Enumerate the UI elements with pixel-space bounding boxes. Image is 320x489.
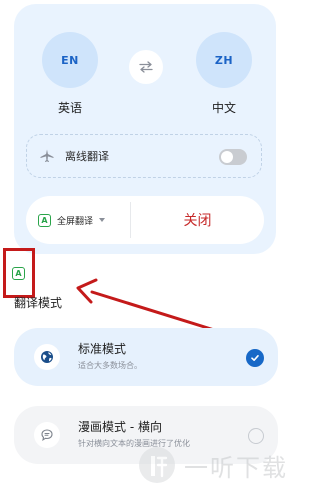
translation-panel: EN 英语 ZH 中文 离线翻译 A 全屏翻译 关闭: [14, 4, 276, 254]
fullscreen-translation-dropdown[interactable]: A 全屏翻译: [26, 196, 130, 244]
unselected-radio[interactable]: [248, 428, 264, 444]
target-language-code: ZH: [214, 53, 234, 67]
action-row: A 全屏翻译 关闭: [26, 196, 264, 244]
swap-icon: [139, 61, 153, 73]
fullscreen-translation-icon: A: [38, 213, 51, 227]
mode-title: 漫画模式 - 横向: [78, 420, 162, 434]
globe-icon: [34, 344, 60, 370]
close-button-label: 关闭: [183, 213, 212, 229]
selected-check-icon[interactable]: [246, 349, 264, 367]
fullscreen-translation-label: 全屏翻译: [57, 216, 94, 227]
source-language-button[interactable]: EN: [42, 32, 98, 88]
watermark: 一听下载: [138, 446, 288, 484]
chat-bubble-icon: [34, 422, 60, 448]
offline-translation-row: 离线翻译: [26, 134, 262, 178]
floating-badge-letter: A: [15, 269, 22, 278]
airplane-icon: [39, 148, 55, 164]
watermark-logo-icon: [139, 447, 175, 483]
toggle-knob: [221, 151, 233, 163]
close-button[interactable]: 关闭: [131, 196, 264, 244]
target-language-label: 中文: [211, 101, 236, 115]
mode-card-standard[interactable]: 标准模式 适合大多数场合。: [14, 328, 278, 386]
watermark-text: 一听下载: [184, 453, 288, 482]
source-language-label: 英语: [57, 101, 82, 115]
mode-subtitle: 适合大多数场合。: [78, 361, 142, 370]
swap-languages-button[interactable]: [129, 50, 163, 84]
translation-mode-heading: 翻译模式: [14, 296, 63, 310]
floating-translate-icon[interactable]: A: [12, 267, 25, 280]
offline-translation-toggle[interactable]: [219, 149, 247, 165]
fullscreen-badge-letter: A: [41, 215, 48, 225]
offline-translation-label: 离线翻译: [65, 150, 109, 163]
mode-title: 标准模式: [78, 342, 127, 356]
caret-down-icon: [99, 218, 106, 222]
source-language-code: EN: [61, 53, 79, 67]
target-language-button[interactable]: ZH: [196, 32, 252, 88]
